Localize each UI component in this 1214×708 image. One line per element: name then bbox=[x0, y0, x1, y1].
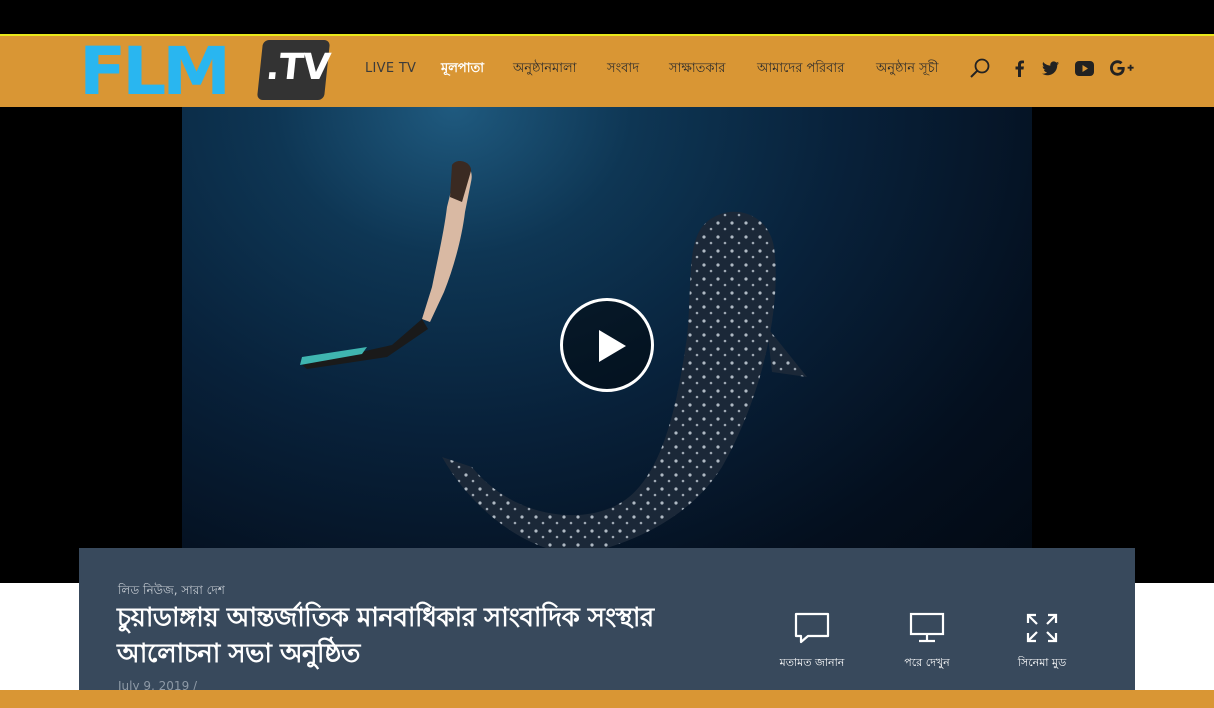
play-button[interactable] bbox=[560, 298, 654, 392]
comment-label: মতামত জানান bbox=[779, 656, 845, 669]
play-icon bbox=[599, 330, 626, 362]
facebook-icon[interactable] bbox=[1014, 60, 1026, 81]
google-plus-icon[interactable] bbox=[1110, 60, 1134, 80]
youtube-icon[interactable] bbox=[1075, 61, 1094, 80]
nav-item-live-tv[interactable]: LIVE TV bbox=[365, 60, 416, 78]
nav-item-home[interactable]: মূলপাতা bbox=[441, 60, 484, 78]
expand-icon bbox=[1026, 613, 1058, 643]
search-icon[interactable] bbox=[969, 57, 991, 83]
page-background-right bbox=[1135, 583, 1214, 690]
cinema-mode-label: সিনেমা মুড bbox=[1017, 656, 1067, 669]
top-black-bar bbox=[0, 0, 1214, 34]
nav-item-family[interactable]: আমাদের পরিবার bbox=[757, 60, 844, 78]
monitor-icon bbox=[909, 612, 945, 643]
comment-icon bbox=[794, 612, 830, 644]
twitter-icon[interactable] bbox=[1042, 61, 1059, 80]
nav-item-programs[interactable]: অনুষ্ঠানমালা bbox=[513, 60, 576, 78]
logo-wordmark: FLM bbox=[79, 33, 231, 110]
logo-tv-badge: .TV bbox=[256, 40, 332, 100]
video-hero[interactable] bbox=[0, 107, 1214, 583]
site-header: FLM .TV LIVE TV মূলপাতা অনুষ্ঠানমালা সংব… bbox=[0, 36, 1214, 107]
nav-item-news[interactable]: সংবাদ bbox=[607, 60, 639, 78]
bottom-accent-bar bbox=[0, 690, 1214, 708]
watch-later-label: পরে দেখুন bbox=[904, 656, 950, 669]
nav-item-interview[interactable]: সাক্ষাতকার bbox=[669, 60, 725, 78]
article-title: চুয়াডাঙ্গায় আন্তর্জাতিক মানবাধিকার সাং… bbox=[117, 603, 654, 669]
cinema-mode-button[interactable]: সিনেমা মুড bbox=[992, 612, 1092, 673]
comment-button[interactable]: মতামত জানান bbox=[762, 612, 862, 673]
nav-item-schedule[interactable]: অনুষ্ঠান সূচী bbox=[876, 60, 938, 78]
page-background-left bbox=[0, 583, 79, 690]
article-info-panel: লিড নিউজ, সারা দেশ চুয়াডাঙ্গায় আন্তর্জ… bbox=[79, 548, 1135, 693]
article-category[interactable]: লিড নিউজ, সারা দেশ bbox=[118, 582, 225, 602]
logo-tv-text: .TV bbox=[264, 47, 332, 88]
watch-later-button[interactable]: পরে দেখুন bbox=[877, 612, 977, 673]
site-logo[interactable]: FLM .TV bbox=[79, 33, 332, 110]
